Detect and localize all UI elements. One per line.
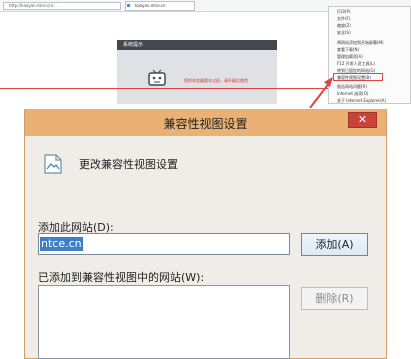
menu-item[interactable]: 将网站添加到开始屏幕(M)	[337, 40, 384, 46]
notice-message: 您的浏览器版本过低，请升级后使用	[184, 78, 248, 83]
address-field[interactable]: http://kaoyan.ntce.cn/...	[3, 2, 121, 10]
site-list-label: 已添加到兼容性视图中的网站(W):	[38, 271, 205, 284]
tv-robot-icon	[148, 69, 166, 86]
dialog-title: 兼容性视图设置	[163, 117, 248, 131]
site-listbox[interactable]	[38, 285, 290, 359]
site-input[interactable]: ntce.cn	[38, 233, 290, 255]
menu-item[interactable]: 缩放(Z)	[337, 23, 351, 29]
compat-page-icon	[44, 154, 62, 174]
site-input-value: ntce.cn	[40, 237, 83, 251]
dialog-titlebar[interactable]: 兼容性视图设置 ✕	[25, 109, 386, 136]
red-arrow-icon	[309, 77, 333, 108]
tab-favicon-icon	[127, 4, 130, 7]
menu-item[interactable]: 查看下载(N)	[337, 47, 359, 53]
add-button[interactable]: 添加(A)	[301, 233, 368, 256]
menu-item[interactable]: 文件(F)	[337, 16, 350, 22]
notice-header: 系统提示	[117, 40, 277, 50]
compat-view-dialog: 兼容性视图设置 ✕ 更改兼容性视图设置 添加此网站(D): ntce.cn 添加…	[24, 109, 387, 359]
browser-screenshot: http://kaoyan.ntce.cn/... kaoyan.ntce.cn…	[0, 0, 411, 108]
close-button[interactable]: ✕	[348, 112, 377, 128]
menu-item[interactable]: 打印(P)	[337, 9, 351, 15]
tab-title: kaoyan.ntce.cn	[135, 3, 166, 8]
notice-title: 系统提示	[123, 42, 144, 48]
browser-tab[interactable]: kaoyan.ntce.cn	[125, 1, 195, 11]
menu-item[interactable]: 安全(S)	[337, 30, 351, 36]
dialog-heading: 更改兼容性视图设置	[79, 158, 178, 171]
remove-button[interactable]: 删除(R)	[301, 287, 368, 310]
